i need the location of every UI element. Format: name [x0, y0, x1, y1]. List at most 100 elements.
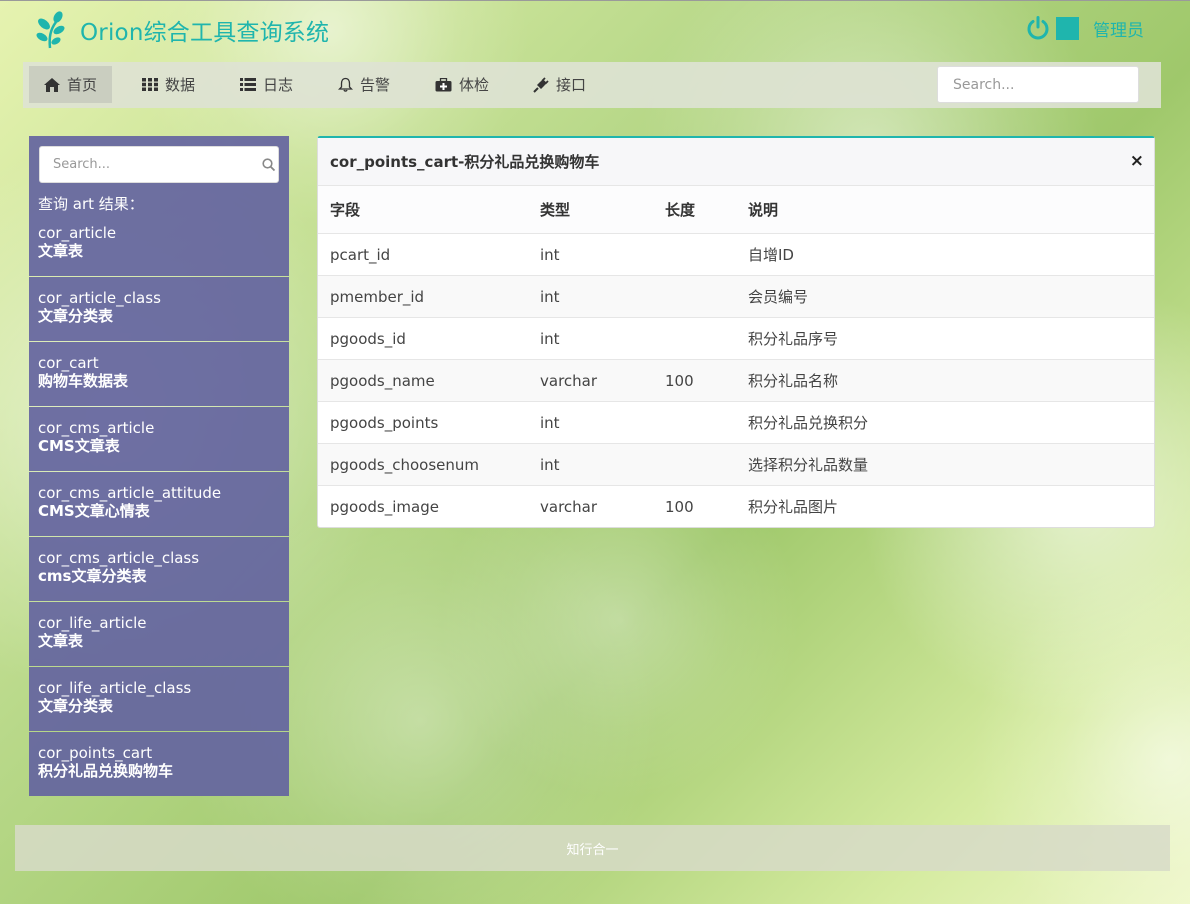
table-name: cor_cart [38, 354, 99, 372]
sidebar-item-cor-cms-article-attitude[interactable]: cor_cms_article_attitude CMS文章心情表 [29, 472, 289, 536]
sidebar-item-cor-life-article-class[interactable]: cor_life_article_class 文章分类表 [29, 667, 289, 731]
nav-item-label: 体检 [459, 76, 490, 94]
brand: Orion综合工具查询系统 [34, 10, 329, 50]
cell-type: varchar [540, 497, 598, 516]
cell-length: 100 [653, 359, 736, 402]
cell-type: int [528, 401, 653, 444]
close-button[interactable]: × [1130, 152, 1144, 170]
nav-item-data[interactable]: 数据 [127, 66, 210, 103]
plug-icon [533, 76, 549, 93]
cell-field: pcart_id [318, 233, 528, 276]
sidebar-item-cor-article[interactable]: cor_article 文章表 [38, 224, 116, 260]
user-name[interactable]: 管理员 [1093, 16, 1144, 41]
table-desc: 文章分类表 [38, 697, 114, 715]
sidebar-item-cor-article-class[interactable]: cor_article_class 文章分类表 [29, 277, 289, 341]
table-desc: 购物车数据表 [38, 372, 129, 390]
nav-item-label: 告警 [360, 76, 391, 94]
footer: 知行合一 [15, 825, 1170, 871]
nav-item-alert[interactable]: 告警 [323, 66, 405, 103]
table-desc: CMS文章心情表 [38, 502, 150, 520]
cell-desc: 自增ID [736, 233, 1154, 276]
table-detail-panel: cor_points_cart-积分礼品兑换购物车 × 字段 类型 长度 说明 … [317, 136, 1155, 528]
table-row: pgoods_id int 积分礼品序号 [318, 317, 1154, 360]
search-icon[interactable] [262, 158, 276, 172]
bell-icon [338, 77, 353, 92]
table-row: pmember_id int 会员编号 [318, 275, 1154, 318]
nav-item-log[interactable]: 日志 [225, 66, 308, 103]
table-row: pgoods_choosenum int 选择积分礼品数量 [318, 443, 1154, 486]
leaf-logo-icon [36, 11, 65, 49]
table-desc: CMS文章表 [38, 437, 120, 455]
cell-field: pgoods_name [318, 359, 528, 402]
table-header-row: 字段 类型 长度 说明 [318, 186, 1154, 234]
top-border-line [0, 0, 1190, 1]
sidebar-item-cor-cms-article[interactable]: cor_cms_article CMS文章表 [29, 407, 289, 471]
column-header-type: 类型 [528, 186, 653, 234]
result-label: 查询 art 结果： [38, 195, 144, 213]
cell-length: 100 [665, 497, 694, 516]
top-navbar: 首页 数据 日志 告警 体检 接口 Search... [23, 62, 1161, 108]
cell-type: int [528, 317, 653, 360]
cell-length [653, 401, 736, 444]
panel-header: cor_points_cart-积分礼品兑换购物车 × [318, 138, 1154, 186]
sidebar-item-cor-life-article[interactable]: cor_life_article 文章表 [29, 602, 289, 666]
table-row: pcart_id int 自增ID [318, 233, 1154, 276]
cell-desc: 积分礼品兑换积分 [736, 401, 1154, 444]
cell-length [653, 317, 736, 360]
list-icon [240, 78, 256, 91]
sidebar-item-cor-cms-article-class[interactable]: cor_cms_article_class cms文章分类表 [29, 537, 289, 601]
table-name: cor_cms_article_attitude [38, 484, 222, 502]
sidebar-item-cor-cart[interactable]: cor_cart 购物车数据表 [29, 342, 289, 406]
cell-field: pmember_id [318, 275, 528, 318]
nav-item-label: 日志 [263, 76, 294, 94]
table-row: pgoods_points int 积分礼品兑换积分 [318, 401, 1154, 444]
nav-item-label: 首页 [67, 76, 98, 94]
cell-desc: 选择积分礼品数量 [736, 443, 1154, 486]
cell-length [653, 443, 736, 486]
table-desc: 积分礼品兑换购物车 [38, 762, 174, 780]
nav-item-label: 数据 [165, 76, 196, 94]
table-row: pgoods_image varchar 100 积分礼品图片 [318, 486, 1154, 528]
cell-field: pgoods_image [330, 497, 439, 516]
cell-type: int [528, 233, 653, 276]
home-icon [44, 77, 60, 92]
footer-text: 知行合一 [566, 842, 619, 858]
cell-length [653, 233, 736, 276]
square-icon[interactable] [1056, 16, 1079, 40]
cell-type: int [528, 443, 653, 486]
table-name: cor_cms_article_class [38, 549, 200, 567]
app-title: Orion综合工具查询系统 [80, 20, 330, 46]
nav-search-input[interactable] [937, 66, 1139, 103]
table-desc: 文章分类表 [38, 307, 114, 325]
table-desc: cms文章分类表 [38, 567, 147, 585]
power-icon[interactable] [1026, 16, 1050, 40]
nav-item-api[interactable]: 接口 [518, 66, 601, 103]
grid-icon [142, 78, 158, 91]
table-name: cor_cms_article [38, 419, 155, 437]
cell-desc: 积分礼品图片 [748, 498, 839, 516]
nav-item-label: 接口 [556, 76, 587, 94]
medkit-icon [435, 77, 452, 91]
cell-type: varchar [528, 359, 653, 402]
sidebar-item-cor-points-cart[interactable]: cor_points_cart 积分礼品兑换购物车 [29, 732, 289, 796]
table-desc: 文章表 [38, 242, 84, 260]
table-name: cor_life_article [38, 614, 147, 632]
field-table: 字段 类型 长度 说明 pcart_id int 自增ID pmember_id… [318, 186, 1154, 527]
sidebar-header: 查询 art 结果： cor_article 文章表 [29, 136, 289, 276]
cell-desc: 积分礼品名称 [736, 359, 1154, 402]
table-desc: 文章表 [38, 632, 84, 650]
sidebar-search [39, 146, 279, 183]
cell-field: pgoods_points [318, 401, 528, 444]
panel-title: cor_points_cart-积分礼品兑换购物车 [330, 153, 600, 171]
sidebar-search-input[interactable] [40, 147, 250, 182]
cell-field: pgoods_choosenum [318, 443, 528, 486]
nav-item-home[interactable]: 首页 [29, 66, 113, 103]
cell-field: pgoods_id [318, 317, 528, 360]
table-name: cor_article [38, 224, 117, 242]
nav-item-checkup[interactable]: 体检 [420, 66, 504, 103]
table-name: cor_article_class [38, 289, 161, 307]
cell-desc: 会员编号 [736, 275, 1154, 318]
column-header-field: 字段 [318, 186, 528, 234]
cell-length [653, 275, 736, 318]
cell-desc: 积分礼品序号 [736, 317, 1154, 360]
